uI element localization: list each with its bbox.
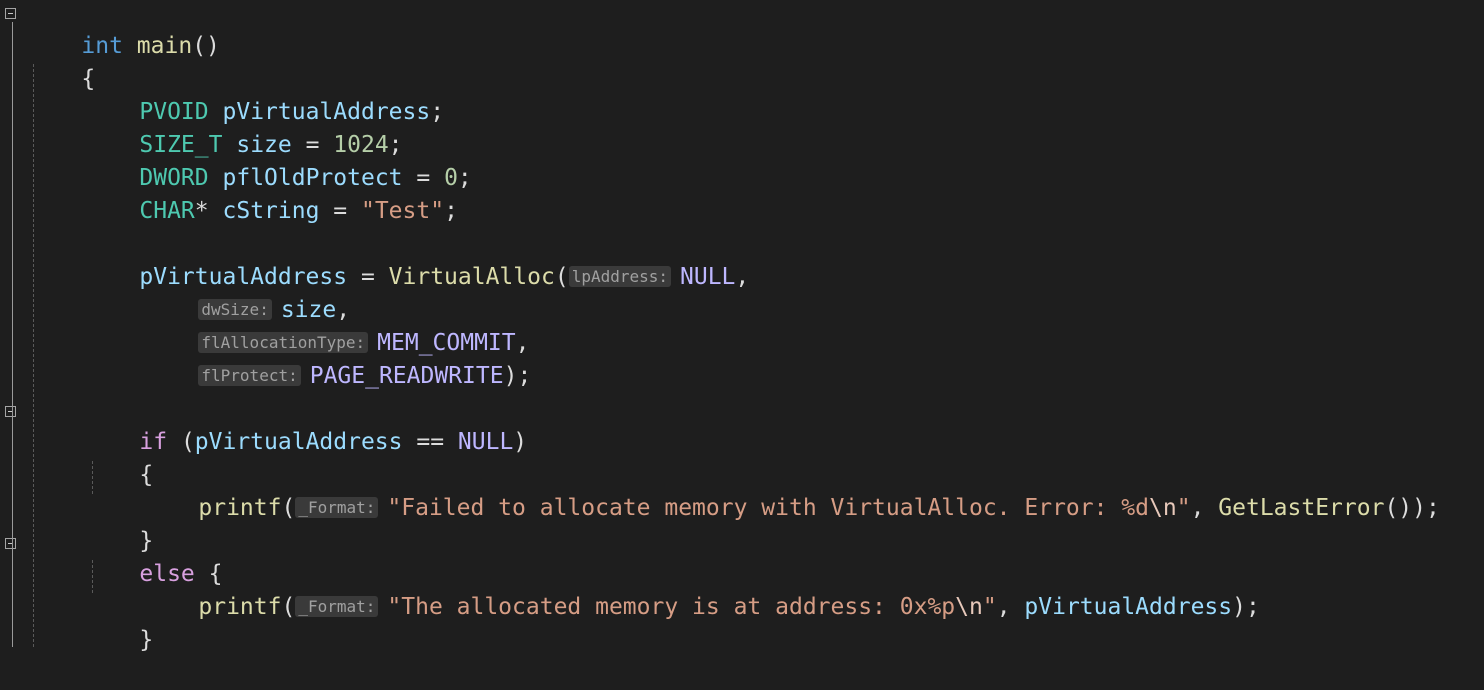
function-call: printf bbox=[198, 495, 282, 521]
code-line-16: printf(_Format: "The allocated memory is … bbox=[143, 558, 1259, 620]
operator: = bbox=[319, 198, 361, 224]
pointer-star: * bbox=[194, 198, 209, 224]
close-brace: } bbox=[139, 627, 154, 653]
string-literal: "Test" bbox=[360, 198, 445, 224]
paren: ( bbox=[281, 495, 296, 521]
variable-name: pVirtualAddress bbox=[194, 429, 403, 455]
punctuation: ); bbox=[1232, 594, 1260, 620]
inlay-hint: lpAddress: bbox=[568, 266, 672, 287]
code-line-8: dwSize: size, bbox=[143, 261, 350, 323]
scope-guide-main bbox=[12, 22, 13, 647]
function-main: main bbox=[136, 33, 193, 59]
paren: ( bbox=[281, 594, 296, 620]
macro-name: NULL bbox=[680, 264, 736, 290]
code-line-2: { bbox=[26, 30, 95, 92]
variable-name: cString bbox=[222, 198, 320, 224]
code-line-7: pVirtualAddress = VirtualAlloc(lpAddress… bbox=[84, 228, 749, 290]
punctuation: ()); bbox=[1384, 495, 1440, 521]
punctuation: ; bbox=[430, 99, 445, 125]
fold-collapse-icon-if[interactable] bbox=[5, 406, 16, 417]
paren: ( bbox=[554, 264, 569, 290]
punctuation: , bbox=[996, 594, 1025, 620]
code-line-12: { bbox=[84, 426, 153, 488]
string-literal: "The allocated memory is at address: 0x%… bbox=[387, 594, 956, 620]
string-literal-end: " bbox=[982, 594, 997, 620]
punctuation: ; bbox=[444, 198, 458, 224]
code-line-17: } bbox=[84, 591, 153, 653]
code-line-14: } bbox=[84, 492, 153, 554]
type-name: CHAR bbox=[139, 198, 195, 224]
function-call: printf bbox=[198, 594, 282, 620]
operator: = bbox=[347, 264, 389, 290]
code-line-9: flAllocationType: MEM_COMMIT, bbox=[143, 294, 530, 356]
macro-name: NULL bbox=[457, 429, 514, 455]
fold-collapse-icon-else[interactable] bbox=[5, 538, 16, 549]
escape-sequence: \n bbox=[955, 594, 983, 620]
escape-sequence: \n bbox=[1149, 495, 1177, 521]
punctuation: ) bbox=[513, 429, 528, 455]
function-call: GetLastError bbox=[1218, 495, 1385, 521]
punctuation: () bbox=[192, 33, 220, 59]
code-line-11: if (pVirtualAddress == NULL) bbox=[84, 393, 527, 455]
code-line-6: CHAR* cString = "Test"; bbox=[84, 162, 458, 224]
string-literal-end: " bbox=[1176, 495, 1191, 521]
code-editor[interactable]: int main() { PVOID pVirtualAddress; SIZE… bbox=[0, 0, 1484, 653]
code-line-15: else { bbox=[84, 525, 222, 587]
paren: ( bbox=[167, 429, 195, 455]
indent-guide-main bbox=[33, 64, 34, 647]
code-line-1: int main() bbox=[26, 0, 220, 59]
code-line-10: flProtect: PAGE_READWRITE); bbox=[143, 327, 531, 389]
variable-name: pVirtualAddress bbox=[1024, 594, 1233, 620]
code-line-3: PVOID pVirtualAddress; bbox=[84, 63, 444, 125]
inlay-hint: flProtect: bbox=[198, 365, 301, 386]
code-line-4: SIZE_T size = 1024; bbox=[84, 96, 402, 158]
code-line-13: printf(_Format: "Failed to allocate memor… bbox=[143, 459, 1439, 521]
punctuation: ; bbox=[457, 165, 472, 191]
punctuation: , bbox=[1190, 495, 1219, 521]
inlay-hint: _Format: bbox=[295, 497, 379, 518]
punctuation: ); bbox=[503, 363, 532, 389]
string-literal: "Failed to allocate memory with VirtualA… bbox=[387, 495, 1150, 521]
function-call: VirtualAlloc bbox=[388, 264, 555, 290]
operator: == bbox=[402, 429, 458, 455]
macro-name: PAGE_READWRITE bbox=[309, 363, 504, 389]
inlay-hint: _Format: bbox=[295, 596, 379, 617]
code-line-5: DWORD pflOldProtect = 0; bbox=[84, 129, 471, 191]
fold-collapse-icon-main[interactable] bbox=[5, 8, 16, 19]
punctuation: , bbox=[735, 264, 750, 290]
